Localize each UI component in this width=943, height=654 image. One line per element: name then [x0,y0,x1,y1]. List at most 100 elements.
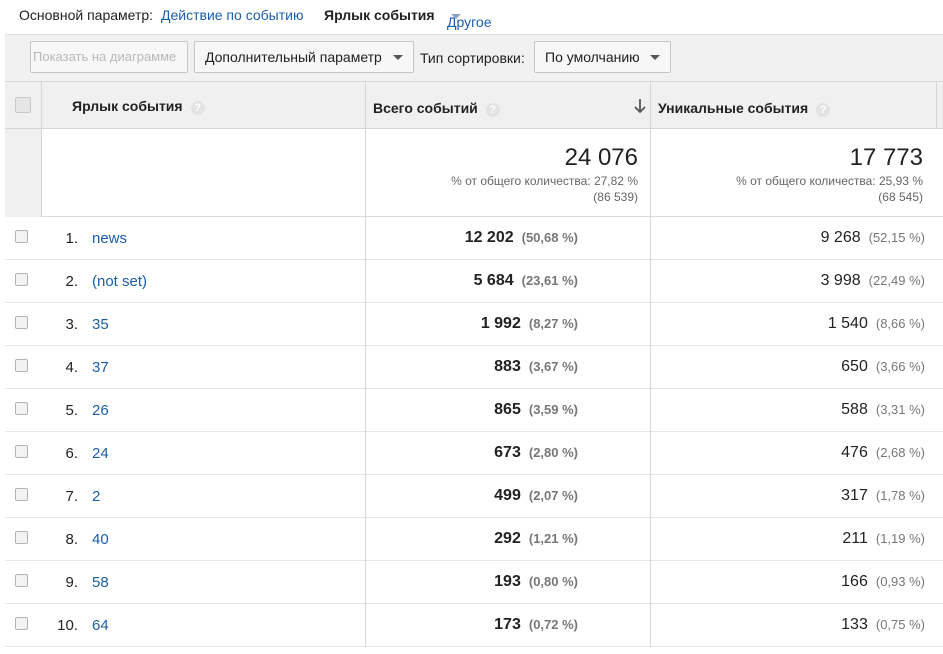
divider [650,129,651,217]
row-number: 4. [65,359,78,376]
row-number: 9. [65,574,78,591]
row-event-label-link[interactable]: 2 [92,488,100,505]
help-circle-icon[interactable]: ? [816,103,831,117]
sort-type-label: Тип сортировки: [420,50,525,66]
divider [650,82,651,129]
select-all-checkbox[interactable] [15,97,31,113]
row-unique-events-value: 317 [841,487,868,504]
row-total-events-value: 5 684 [473,272,514,289]
divider [365,217,366,260]
row-unique-events: 3 998 (22,49 %) [821,272,925,290]
row-event-label-link[interactable]: 35 [92,316,109,333]
divider [365,260,366,303]
row-checkbox[interactable] [15,531,28,544]
divider [650,432,651,475]
arrow-down-icon[interactable] [633,98,647,114]
row-unique-events-percent: (3,66 %) [875,359,925,374]
dimension-event-action-link[interactable]: Действие по событию [161,7,303,23]
row-unique-events-value: 1 540 [827,315,868,332]
row-total-events-value: 883 [494,358,521,375]
divider [365,561,366,604]
total-events-value: 24 076 [564,144,638,171]
row-unique-events-value: 133 [841,616,868,633]
caret-down-icon [451,14,461,19]
row-event-label-link[interactable]: 24 [92,445,109,462]
table-header: Ярлык события? Всего событий? Уникальные… [5,81,943,129]
total-events-percent: % от общего количества: 27,82 % [451,174,638,188]
divider [650,475,651,518]
row-total-events-percent: (2,80 %) [528,445,578,460]
row-event-label-link[interactable]: news [92,230,127,247]
row-total-events-value: 865 [494,401,521,418]
divider [41,129,42,217]
row-checkbox[interactable] [15,488,28,501]
row-checkbox[interactable] [15,402,28,415]
table-row: 9. 58 193 (0,80 %) 166 (0,93 %) [5,561,943,604]
row-unique-events: 476 (2,68 %) [841,444,925,462]
row-unique-events-percent: (3,31 %) [875,402,925,417]
row-unique-events-percent: (22,49 %) [868,273,925,288]
divider [650,303,651,346]
row-total-events: 883 (3,67 %) [494,358,578,376]
header-total-events[interactable]: Всего событий? [373,100,500,117]
row-unique-events-value: 476 [841,444,868,461]
row-total-events: 499 (2,07 %) [494,487,578,505]
row-total-events-value: 292 [494,530,521,547]
divider [650,561,651,604]
plot-rows-button[interactable]: Показать на диаграмме [30,41,188,73]
row-unique-events-percent: (1,19 %) [875,531,925,546]
secondary-dimension-label: Дополнительный параметр [205,49,382,65]
row-checkbox[interactable] [15,617,28,630]
row-event-label-link[interactable]: 26 [92,402,109,419]
header-event-label[interactable]: Ярлык события? [72,98,205,115]
help-circle-icon[interactable]: ? [190,101,205,115]
row-number: 10. [57,617,78,634]
row-unique-events: 9 268 (52,15 %) [821,229,925,247]
row-event-label-link[interactable]: (not set) [92,273,147,290]
table-row: 2. (not set) 5 684 (23,61 %) 3 998 (22,49 %) [5,260,943,303]
divider [365,432,366,475]
table-row: 7. 2 499 (2,07 %) 317 (1,78 %) [5,475,943,518]
divider [365,303,366,346]
sort-type-value: По умолчанию [545,49,640,65]
divider [41,82,42,129]
divider [365,389,366,432]
row-unique-events: 588 (3,31 %) [841,401,925,419]
row-checkbox[interactable] [15,230,28,243]
row-unique-events: 317 (1,78 %) [841,487,925,505]
table-row: 10. 64 173 (0,72 %) 133 (0,75 %) [5,604,943,647]
row-checkbox[interactable] [15,316,28,329]
row-total-events: 5 684 (23,61 %) [474,272,578,290]
row-event-label-link[interactable]: 58 [92,574,109,591]
row-event-label-link[interactable]: 64 [92,617,109,634]
table-row: 6. 24 673 (2,80 %) 476 (2,68 %) [5,432,943,475]
row-unique-events-percent: (0,75 %) [875,617,925,632]
row-total-events: 193 (0,80 %) [494,573,578,591]
row-number: 5. [65,402,78,419]
row-unique-events-percent: (0,93 %) [875,574,925,589]
table-row: 4. 37 883 (3,67 %) 650 (3,66 %) [5,346,943,389]
row-total-events: 673 (2,80 %) [494,444,578,462]
row-event-label-link[interactable]: 37 [92,359,109,376]
sort-type-dropdown[interactable]: По умолчанию [534,41,671,73]
divider [365,129,366,217]
row-checkbox[interactable] [15,574,28,587]
row-checkbox[interactable] [15,445,28,458]
divider [650,346,651,389]
row-total-events-percent: (23,61 %) [521,273,578,288]
primary-dimension-bar: Основной параметр: Действие по событию Я… [0,0,943,34]
row-total-events-percent: (3,59 %) [528,402,578,417]
header-unique-events[interactable]: Уникальные события? [658,100,831,117]
row-checkbox[interactable] [15,359,28,372]
row-total-events-percent: (2,07 %) [528,488,578,503]
row-unique-events-value: 211 [842,530,868,547]
row-event-label-link[interactable]: 40 [92,531,109,548]
dimension-event-label-active: Ярлык события [324,7,435,23]
row-number: 2. [65,273,78,290]
row-unique-events-value: 3 998 [820,272,861,289]
help-circle-icon[interactable]: ? [485,103,500,117]
row-total-events: 173 (0,72 %) [494,616,578,634]
row-total-events-value: 673 [494,444,521,461]
secondary-dimension-dropdown[interactable]: Дополнительный параметр [194,41,414,73]
row-checkbox[interactable] [15,273,28,286]
